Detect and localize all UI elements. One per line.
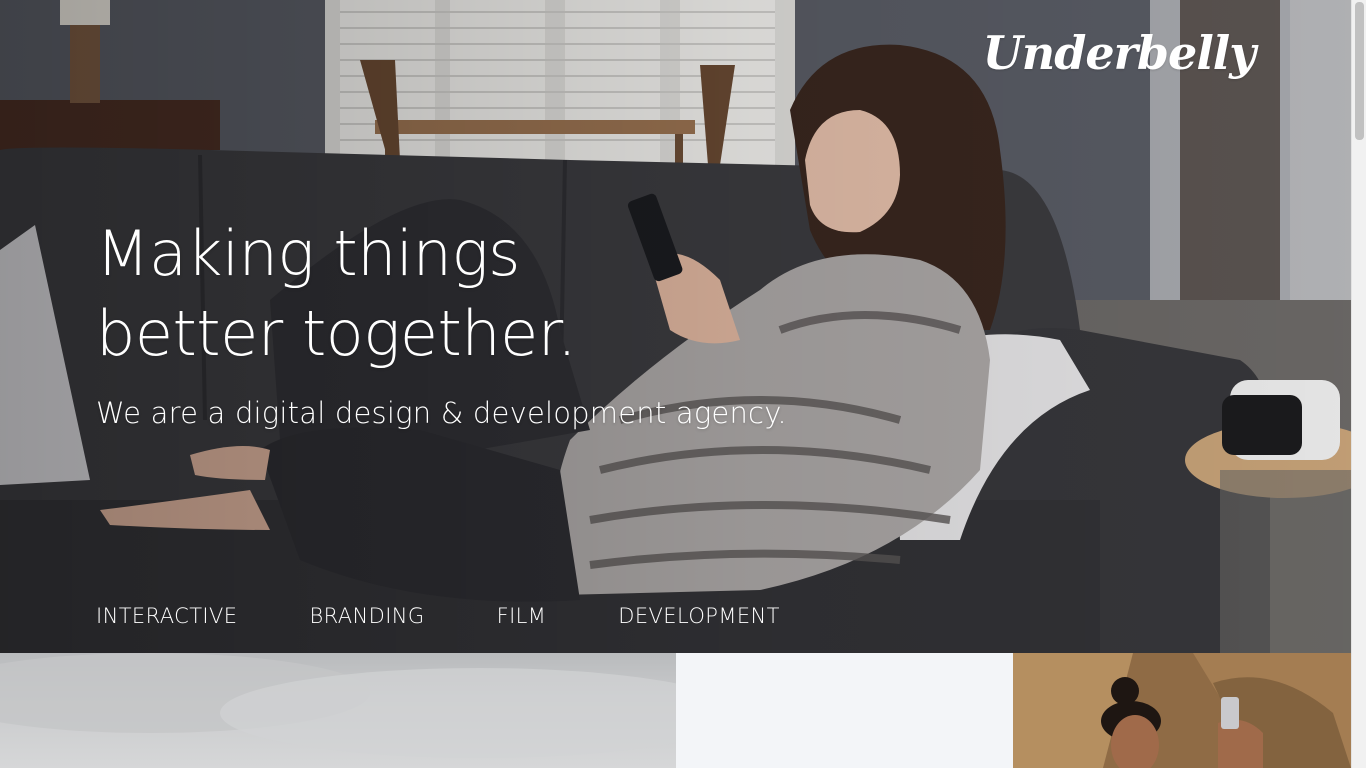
project-tile-selfie[interactable]	[1013, 653, 1351, 768]
hero-section: Underbelly Making things better together…	[0, 0, 1351, 653]
project-tile-sky[interactable]	[0, 653, 676, 768]
sky-photo	[0, 653, 676, 758]
services-nav: INTERACTIVE BRANDING FILM DEVELOPMENT	[96, 604, 852, 628]
nav-link-film[interactable]: FILM	[497, 604, 547, 628]
scrollbar-thumb[interactable]	[1355, 2, 1364, 140]
nav-link-development[interactable]: DEVELOPMENT	[618, 604, 780, 628]
brand-logo[interactable]: Underbelly	[983, 26, 1256, 80]
selfie-photo	[1013, 653, 1351, 768]
hero-headline-line-1: Making things	[96, 217, 520, 290]
hero-subline: We are a digital design & development ag…	[96, 396, 787, 430]
page-scrollbar[interactable]	[1351, 0, 1366, 768]
nav-link-branding[interactable]: BRANDING	[309, 604, 424, 628]
nav-link-interactive[interactable]: INTERACTIVE	[96, 604, 237, 628]
project-tile-blank	[676, 653, 1013, 768]
hero-headline: Making things better together.	[96, 214, 577, 374]
hero-headline-line-2: better together.	[96, 297, 577, 370]
